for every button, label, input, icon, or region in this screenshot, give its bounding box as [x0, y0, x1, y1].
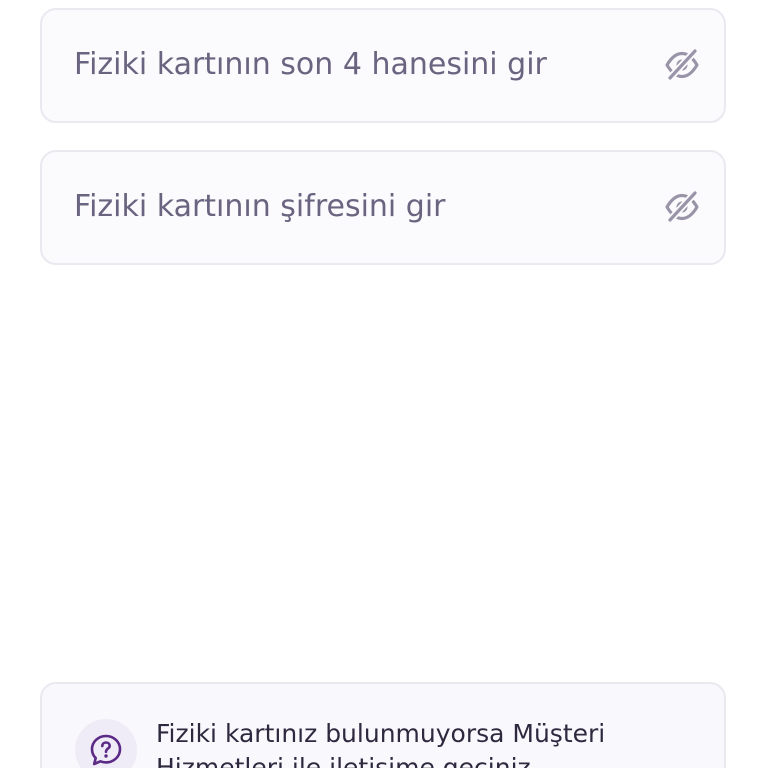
customer-service-info-text: Fiziki kartınız bulunmuyorsa Müşteri Hiz… — [156, 719, 606, 768]
eye-off-icon[interactable] — [662, 187, 702, 227]
eye-off-icon[interactable] — [662, 45, 702, 85]
help-circle-icon — [75, 719, 137, 768]
last-four-digits-input[interactable] — [74, 39, 662, 90]
last-four-digits-field[interactable] — [40, 8, 726, 123]
card-verification-screen: Fiziki kartınız bulunmuyorsa Müşteri Hiz… — [0, 0, 768, 768]
card-pin-input[interactable] — [74, 181, 662, 232]
card-pin-field[interactable] — [40, 150, 726, 265]
customer-service-info-card: Fiziki kartınız bulunmuyorsa Müşteri Hiz… — [40, 682, 726, 768]
